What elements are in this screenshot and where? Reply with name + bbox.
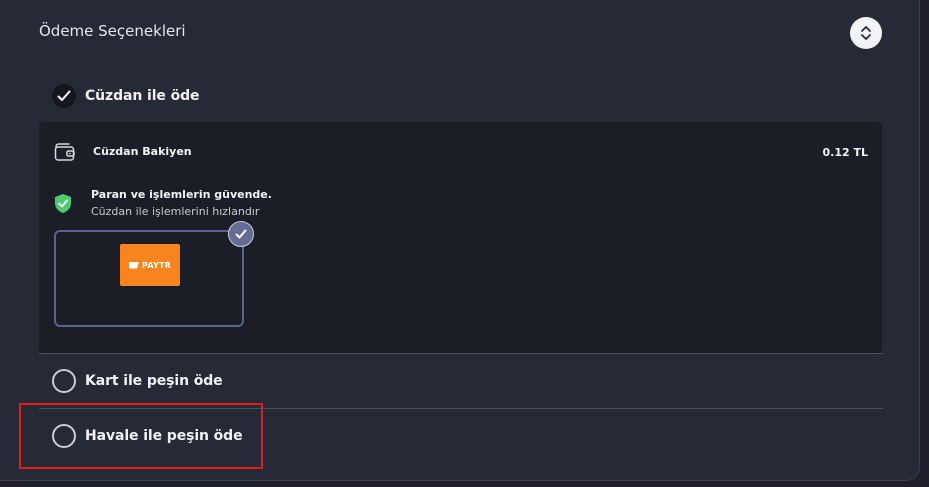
wallet-icon [54,143,75,161]
paytr-logo-text: PAYTR [142,260,171,270]
wallet-title: Cüzdan Bakiyen [93,145,192,158]
selected-badge [228,221,254,247]
option-card-label: Kart ile peşin öde [85,373,223,389]
paytr-logo: PAYTR [120,244,180,286]
card-radio[interactable] [52,369,76,393]
chevron-up-down-icon [861,26,871,40]
checkmark-icon [57,90,71,101]
wallet-details: Cüzdan Bakiyen 0.12 TL Paran ve işlemler… [39,122,882,353]
option-wallet-label: Cüzdan ile öde [85,88,200,104]
divider [39,353,883,354]
panel-title: Ödeme Seçenekleri [39,22,186,40]
secure-subtitle: Cüzdan ile işlemlerini hızlandır [91,205,260,218]
highlight-annotation [19,403,263,469]
secure-title: Paran ve işlemlerin güvende. [91,188,272,201]
option-wallet[interactable]: Cüzdan ile öde [52,84,200,108]
shield-check-icon [55,194,71,213]
collapse-toggle-button[interactable] [850,17,882,49]
wallet-checkbox[interactable] [52,84,76,108]
option-card[interactable]: Kart ile peşin öde [52,369,223,393]
paytr-mark-icon [129,261,140,269]
payment-options-panel: Ödeme Seçenekleri Cüzdan ile öde Cüzdan … [0,0,920,481]
provider-card-paytr[interactable]: PAYTR [54,230,244,327]
wallet-balance: 0.12 TL [822,146,868,159]
checkmark-icon [235,229,247,239]
